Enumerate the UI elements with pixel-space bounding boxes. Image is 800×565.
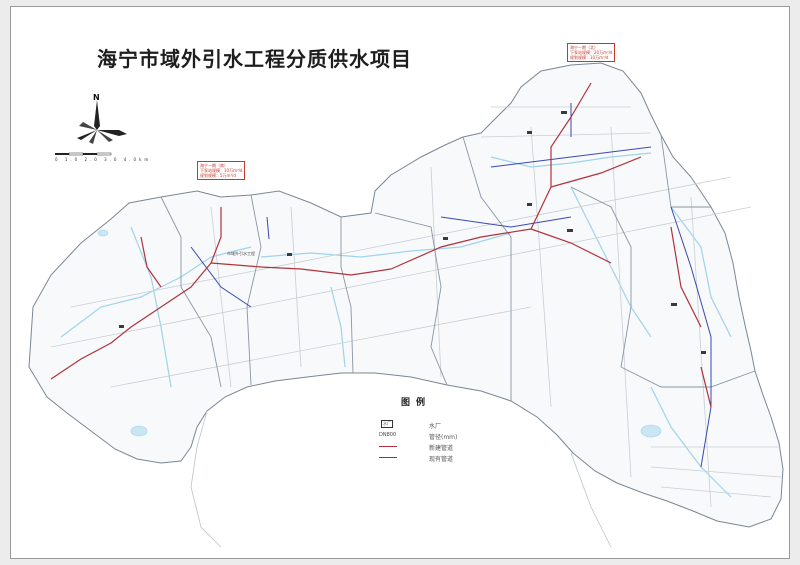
new-pipe-line-icon [379,446,397,447]
callout-line: 规划规模：5万m³/d [200,173,236,178]
legend-row-existing-pipe: 现有管道 [371,454,491,464]
legend-row-new-pipe: 新建管道 [371,443,491,453]
legend-existing-pipe-label: 现有管道 [429,456,454,463]
plant-symbol-icon: 水厂 [381,420,393,428]
map-frame: 海宁市域外引水工程分质供水项目 N 0 1.0 2.0 3.0 4.0km 海宁… [10,6,790,559]
legend-title: 图例 [401,398,432,408]
area-label: 市域外引水工程 [227,251,255,256]
legend-plant-label: 水厂 [429,423,442,430]
callout-line: 规划规模：10万m³/d [570,55,609,60]
existing-pipe-line-icon [379,457,397,458]
north-label: N [93,93,100,102]
scale-bar-icon [55,152,112,156]
map-canvas [28,62,784,548]
north-arrow-icon [77,100,127,144]
map-title: 海宁市域外引水工程分质供水项目 [97,47,412,71]
pipe-size-sample: DN800 [379,432,397,438]
legend-row-plant: 水厂 水厂 [371,420,491,431]
pump-callout-south: 海宁一期（南） 下泵站规模：10万m³/d 规划规模：5万m³/d [197,161,246,180]
legend-new-pipe-label: 新建管道 [429,445,454,452]
scale-label: 0 1.0 2.0 3.0 4.0km [55,157,152,162]
pump-callout-north: 海宁一期（北） 下泵站规模：20万m³/d 规划规模：10万m³/d [567,43,616,62]
legend-size-label: 管径(mm) [429,434,458,441]
legend-row-size: DN800 管径(mm) [371,432,491,442]
